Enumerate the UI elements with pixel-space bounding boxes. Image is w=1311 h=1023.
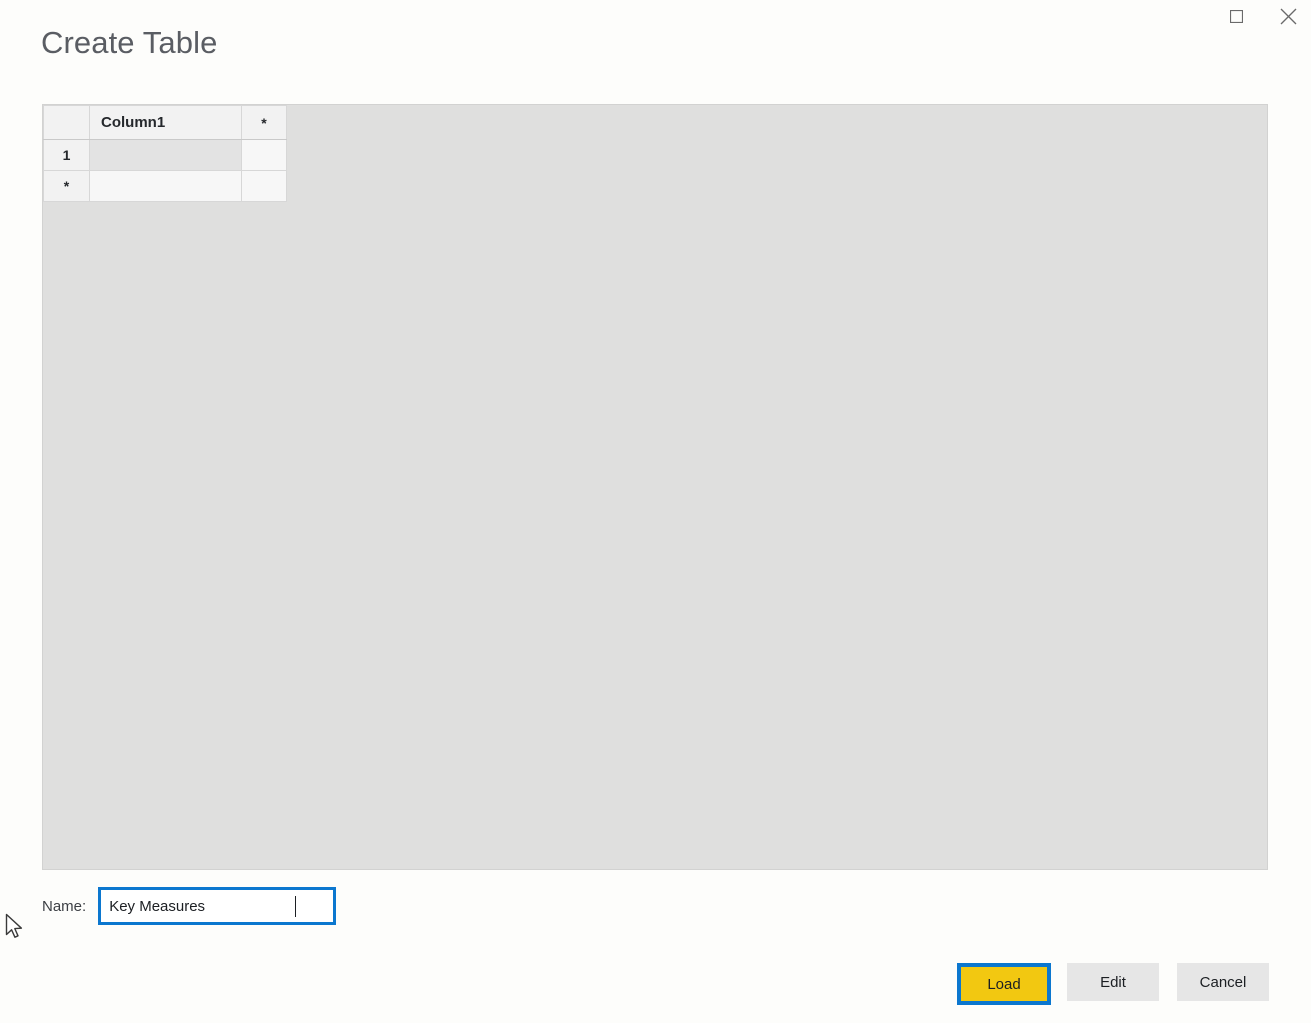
grid-header-row: Column1 * <box>43 105 287 140</box>
grid-cell-newrow-column1[interactable] <box>89 170 242 202</box>
load-button-focus-ring: Load <box>957 963 1051 1005</box>
maximize-icon <box>1229 9 1243 23</box>
close-icon <box>1280 8 1297 25</box>
table-editor-panel: Column1 * 1 * <box>42 104 1268 870</box>
name-input[interactable] <box>101 890 334 922</box>
grid-column-header-column1[interactable]: Column1 <box>89 105 242 140</box>
grid-cell-row1-column1[interactable] <box>89 139 242 171</box>
grid-cell-row1-newcolumn[interactable] <box>241 139 287 171</box>
name-input-container[interactable] <box>98 887 337 925</box>
create-table-grid[interactable]: Column1 * 1 * <box>43 105 287 202</box>
page-title: Create Table <box>41 25 218 60</box>
close-button[interactable] <box>1265 0 1311 32</box>
name-field-row: Name: <box>42 886 337 926</box>
table-row[interactable]: 1 <box>43 139 287 171</box>
mouse-cursor <box>5 913 25 946</box>
row-header-1[interactable]: 1 <box>43 139 90 171</box>
name-label: Name: <box>42 897 87 915</box>
table-row[interactable]: * <box>43 170 287 202</box>
grid-select-all-corner[interactable] <box>43 105 90 140</box>
cancel-button[interactable]: Cancel <box>1177 963 1269 1001</box>
grid-cell-newrow-newcolumn[interactable] <box>241 170 287 202</box>
load-button[interactable]: Load <box>961 967 1047 1001</box>
row-header-new[interactable]: * <box>43 170 90 202</box>
maximize-button[interactable] <box>1213 0 1259 32</box>
edit-button[interactable]: Edit <box>1067 963 1159 1001</box>
dialog-footer: Load Edit Cancel <box>0 963 1311 1008</box>
text-cursor-caret <box>295 896 297 917</box>
grid-add-column-header[interactable]: * <box>241 105 287 140</box>
